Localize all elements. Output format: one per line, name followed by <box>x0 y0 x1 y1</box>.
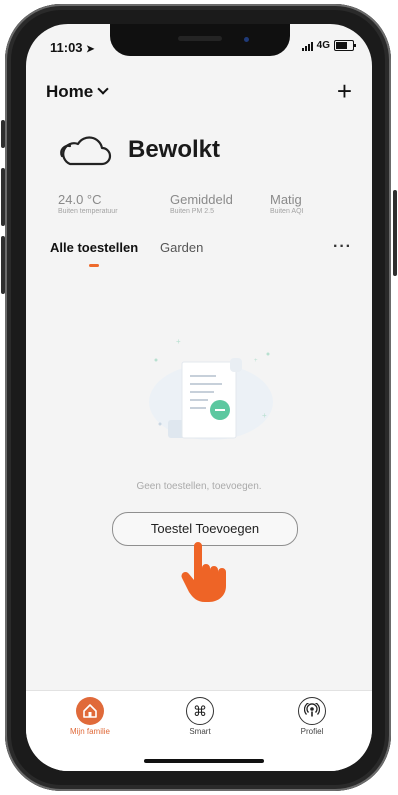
tab-label: Mijn familie <box>69 727 110 736</box>
signal-icon <box>301 41 313 51</box>
mute-switch <box>1 120 5 148</box>
cloud-icon <box>60 136 112 166</box>
stat-value: Matig <box>270 192 302 207</box>
weather-stats: 24.0 °C Buiten temperatuur Gemiddeld Bui… <box>58 192 352 222</box>
network-label: 4G <box>316 40 330 51</box>
stat-aqi: Matig Buiten AQI <box>270 192 303 215</box>
stat-label: Buiten PM 2.5 <box>170 208 214 215</box>
tab-mijn-familie[interactable]: Mijn familie <box>50 697 130 736</box>
tab-label: Smart <box>189 727 211 736</box>
stat-pm25: Gemiddeld Buiten PM 2.5 <box>170 192 233 215</box>
location-icon: ➤ <box>86 44 95 55</box>
device-tabs: Alle toestellen Garden ··· <box>50 238 352 270</box>
more-options-icon[interactable]: ··· <box>333 238 352 256</box>
status-time-text: 11:03 <box>50 40 83 55</box>
command-icon: ⌘ <box>186 697 214 725</box>
weather-condition: Bewolkt <box>128 136 221 163</box>
home-indicator[interactable] <box>144 759 264 763</box>
status-time: 11:03 ➤ <box>50 40 95 55</box>
stat-label: Buiten AQI <box>270 208 304 215</box>
tab-garden[interactable]: Garden <box>160 240 203 255</box>
volume-down-button <box>1 236 5 294</box>
home-title: Home <box>46 82 94 101</box>
plus-icon[interactable]: + <box>337 78 352 104</box>
active-tab-indicator <box>89 264 99 267</box>
empty-state-illustration: + + + <box>149 337 273 440</box>
tab-alle-toestellen[interactable]: Alle toestellen <box>50 240 139 267</box>
status-bar: 11:03 ➤ 4G <box>26 38 372 58</box>
tab-profiel[interactable]: Profiel <box>272 697 352 736</box>
svg-text:+: + <box>262 411 267 420</box>
home-selector[interactable]: Home <box>46 82 109 102</box>
volume-up-button <box>1 168 5 226</box>
svg-text:+: + <box>176 337 181 346</box>
header: Home + <box>46 78 352 104</box>
home-icon <box>76 697 104 725</box>
stat-label: Buiten temperatuur <box>58 208 118 215</box>
power-button <box>393 190 397 276</box>
stat-temperature: 24.0 °C Buiten temperatuur <box>58 192 118 215</box>
tab-label: Alle toestellen <box>50 240 139 255</box>
podcast-icon <box>298 697 326 725</box>
svg-text:+: + <box>254 358 258 364</box>
empty-message: Geen toestellen, toevoegen. <box>136 481 262 492</box>
stat-value: Gemiddeld <box>170 192 233 207</box>
status-right: 4G <box>301 40 356 51</box>
pointing-hand-icon <box>181 542 226 602</box>
stat-value: 24.0 °C <box>58 192 102 207</box>
chevron-down-icon <box>97 83 109 95</box>
tab-label: Profiel <box>300 727 324 736</box>
app-screen: 11:03 ➤ 4G Home + Bewolkt 24.0 °C Buiten… <box>26 24 372 771</box>
tab-smart[interactable]: ⌘ Smart <box>160 697 240 736</box>
battery-icon <box>334 40 356 51</box>
tab-label: Garden <box>160 240 204 255</box>
bottom-tab-bar: Mijn familie ⌘ Smart Profiel <box>26 690 372 771</box>
